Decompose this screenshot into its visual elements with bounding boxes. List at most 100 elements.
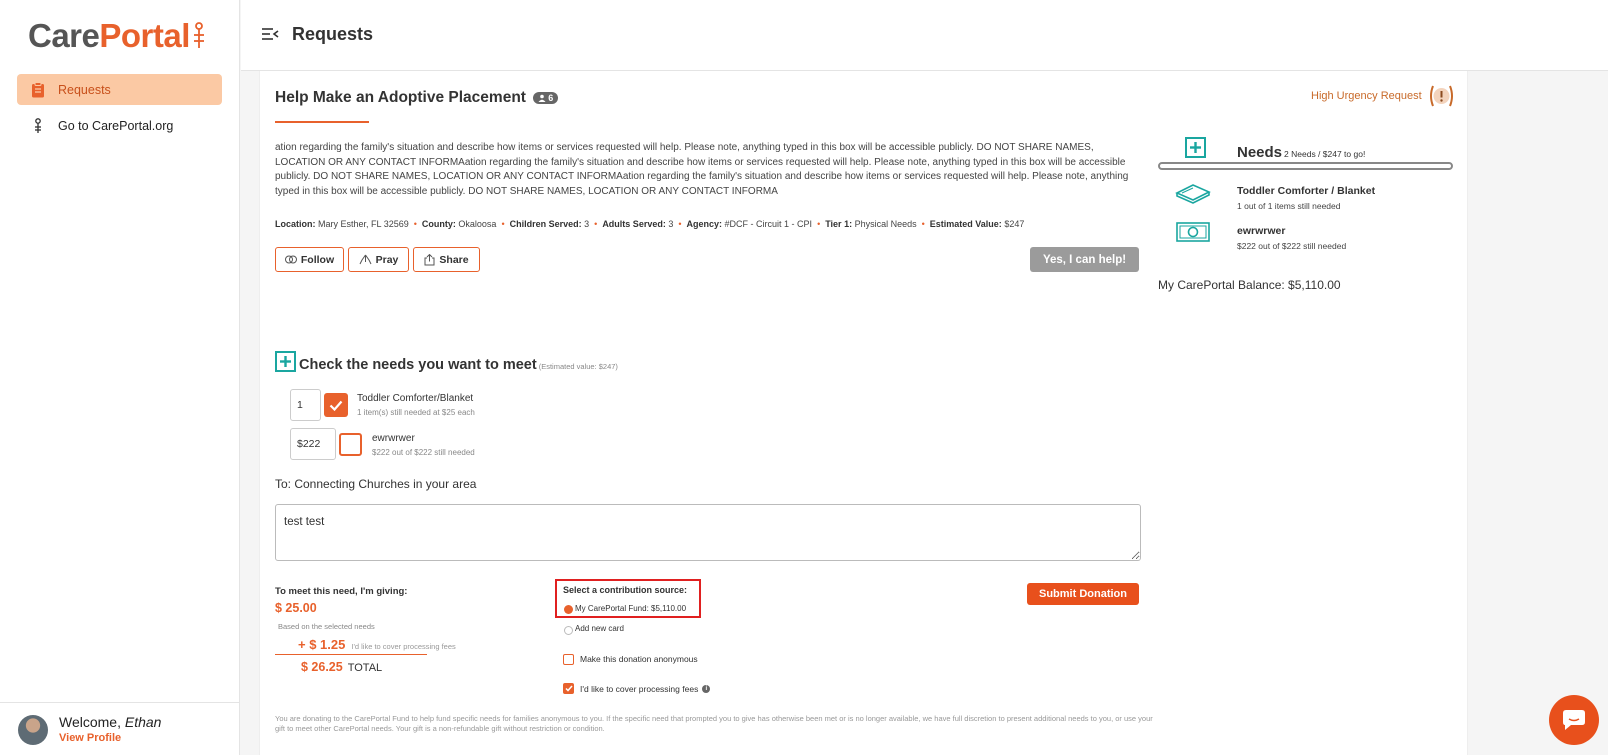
meta-adults-label: Adults Served: — [602, 219, 666, 229]
fund-radio[interactable] — [564, 605, 573, 614]
cover-fees-label: I'd like to cover processing fees i — [580, 684, 711, 694]
chat-bubble-icon — [1563, 710, 1585, 730]
welcome-prefix: Welcome, — [59, 714, 121, 730]
meta-value: $247 — [1004, 219, 1025, 229]
follow-label: Follow — [300, 253, 335, 266]
sidebar-item-requests[interactable]: Requests — [17, 74, 222, 105]
message-textarea[interactable]: test test — [275, 504, 1141, 561]
follower-badge: 6 — [533, 91, 559, 104]
contribution-source-title: Select a contribution source: — [563, 585, 688, 595]
logo-text-care: Care — [28, 17, 100, 54]
urgency-exclamation-icon — [1428, 84, 1455, 108]
sidebar-footer: Welcome, Ethan View Profile — [0, 702, 240, 755]
sidebar-item-label: Requests — [58, 82, 111, 97]
welcome-text: Welcome, Ethan — [59, 714, 161, 730]
logo-mark-icon — [193, 22, 204, 48]
user-name: Ethan — [124, 714, 162, 730]
fee-divider — [275, 654, 427, 655]
need-item-sub: 1 item(s) still needed at $25 each — [357, 408, 475, 417]
fee-amount: + $ 1.25 — [298, 637, 346, 652]
meta-value-label: Estimated Value: — [929, 219, 1002, 229]
need-desc: 1 out of 1 items still needed — [1237, 201, 1341, 211]
meta-tier: Physical Needs — [854, 219, 917, 229]
yes-i-can-help-button[interactable]: Yes, I can help! — [1030, 247, 1139, 272]
title-underline — [275, 121, 369, 123]
collapse-menu-icon[interactable] — [261, 27, 279, 41]
total-label: TOTAL — [347, 662, 383, 674]
needs-panel-title: Needs 2 Needs / $247 to go! — [1237, 144, 1365, 161]
need-checkbox[interactable] — [339, 433, 362, 456]
follow-button[interactable]: Follow — [275, 247, 344, 272]
amount-input[interactable] — [290, 428, 336, 460]
request-meta: Location: Mary Esther, FL 32569 • County: … — [275, 219, 1025, 229]
based-on-note: Based on the selected needs — [278, 622, 375, 631]
plus-box-icon — [275, 351, 296, 372]
total-amount: $ 26.25 — [301, 660, 343, 674]
careportal-logo[interactable]: Care Portal — [28, 17, 206, 54]
logo-text-portal: Portal — [99, 17, 190, 54]
meta-location: Mary Esther, FL 32569 — [318, 219, 409, 229]
need-desc: $222 out of $222 still needed — [1237, 241, 1347, 251]
need-item-sub: $222 out of $222 still needed — [372, 448, 475, 457]
meta-children-label: Children Served: — [509, 219, 582, 229]
sidebar-item-label: Go to CarePortal.org — [58, 118, 174, 133]
need-checkbox[interactable] — [324, 393, 348, 417]
meta-children: 3 — [584, 219, 590, 229]
check-needs-title-text: Check the needs you want to meet — [299, 357, 537, 373]
fee-note: I'd like to cover processing fees — [351, 642, 456, 651]
estimated-value: (Estimated value: $247) — [538, 362, 618, 371]
meta-adults: 3 — [668, 219, 674, 229]
info-icon[interactable]: i — [702, 685, 711, 693]
top-header: Requests — [241, 0, 1608, 71]
meta-county: Okaloosa — [458, 219, 497, 229]
checkmark-icon — [564, 685, 573, 692]
pray-button[interactable]: Pray — [348, 247, 409, 272]
sidebar-item-careportal-org[interactable]: Go to CarePortal.org — [17, 110, 222, 141]
plus-box-icon — [1185, 137, 1206, 158]
giving-label: To meet this need, I'm giving: — [275, 586, 408, 597]
urgency-text: High Urgency Request — [1311, 90, 1422, 102]
avatar[interactable] — [18, 715, 48, 745]
view-profile-link[interactable]: View Profile — [59, 732, 121, 744]
new-card-label: Add new card — [575, 624, 624, 633]
page-title: Requests — [292, 24, 374, 44]
fund-option-label: My CarePortal Fund: $5,110.00 — [575, 604, 687, 613]
badge-count: 6 — [548, 92, 554, 103]
donation-disclaimer: You are donating to the CarePortal Fund … — [275, 714, 1153, 733]
request-description: ation regarding the family's situation a… — [275, 142, 1129, 197]
request-card: Help Make an Adoptive Placement 6 High U… — [259, 71, 1468, 755]
anonymous-label: Make this donation anonymous — [580, 654, 698, 664]
anonymous-label-text: Make this donation anonymous — [580, 654, 698, 664]
submit-donation-button[interactable]: Submit Donation — [1027, 583, 1139, 605]
recipient-line: To: Connecting Churches in your area — [275, 477, 477, 491]
meta-agency-label: Agency: — [686, 219, 723, 229]
cover-fees-checkbox[interactable] — [563, 683, 574, 694]
careportal-balance: My CarePortal Balance: $5,110.00 — [1158, 278, 1341, 292]
cover-fees-label-text: I'd like to cover processing fees — [580, 684, 699, 694]
needs-title-text: Needs — [1237, 144, 1283, 161]
pray-label: Pray — [375, 253, 399, 266]
new-card-radio[interactable] — [564, 626, 573, 635]
meta-tier-label: Tier 1: — [825, 219, 853, 229]
external-person-icon — [30, 117, 46, 134]
need-name: Toddler Comforter / Blanket — [1237, 185, 1376, 197]
pray-icon — [359, 254, 372, 265]
chat-launcher-button[interactable] — [1549, 695, 1599, 745]
sidebar: Care Portal Requests Go to CarePortal.org… — [0, 0, 240, 755]
needs-subtitle: 2 Needs / $247 to go! — [1284, 149, 1366, 159]
people-icon — [538, 94, 546, 102]
blanket-icon — [1175, 184, 1211, 204]
meta-location-label: Location: — [275, 219, 316, 229]
meta-county-label: County: — [421, 219, 456, 229]
need-item-name: Toddler Comforter/Blanket — [357, 393, 474, 404]
share-button[interactable]: Share — [413, 247, 480, 272]
needs-progress-bar — [1158, 162, 1453, 170]
share-label: Share — [439, 253, 469, 266]
urgency-indicator: High Urgency Request — [1311, 84, 1455, 108]
request-title-text: Help Make an Adoptive Placement — [275, 89, 526, 106]
anonymous-checkbox[interactable] — [563, 654, 574, 665]
fee-line: + $ 1.25 I'd like to cover processing fe… — [298, 637, 456, 652]
checkmark-icon — [329, 400, 343, 411]
quantity-input[interactable] — [290, 389, 321, 421]
need-item-name: ewrwrwer — [372, 433, 415, 444]
